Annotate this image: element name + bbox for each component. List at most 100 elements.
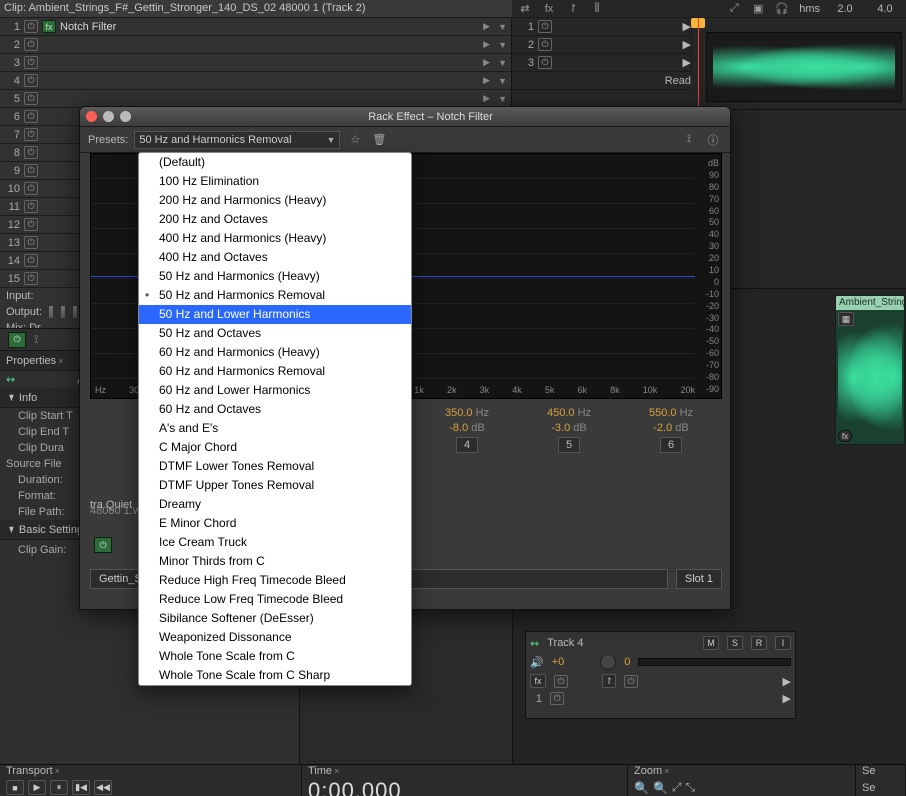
chevron-right-icon[interactable]: ▶ — [483, 21, 490, 32]
slot-selector[interactable]: Slot 1 — [676, 569, 722, 589]
zoom-out-icon[interactable]: 🔍 — [653, 781, 668, 795]
eq-icon[interactable]: ⫼ — [590, 2, 604, 16]
send-icon[interactable]: ↾ — [566, 2, 580, 16]
effect-slot[interactable]: 4 ▶ ▼ — [0, 72, 511, 90]
power-icon[interactable] — [24, 164, 38, 177]
power-icon[interactable] — [538, 20, 552, 33]
volume-value[interactable]: +0 — [552, 656, 565, 668]
mute-button[interactable]: M — [703, 636, 719, 650]
preset-menu-item[interactable]: Ice Cream Truck — [139, 533, 411, 552]
preset-menu-item[interactable]: 50 Hz and Octaves — [139, 324, 411, 343]
playhead-icon[interactable] — [691, 18, 705, 28]
stop-button[interactable]: ■ — [6, 780, 24, 795]
minimize-traffic-icon[interactable] — [103, 111, 114, 122]
preset-menu-item[interactable]: Minor Thirds from C — [139, 552, 411, 571]
timeline[interactable] — [692, 18, 906, 78]
zoom-in-icon[interactable]: 🔍 — [634, 781, 649, 795]
solo-button[interactable]: S — [727, 636, 743, 650]
preset-menu-item[interactable]: Whole Tone Scale from C — [139, 647, 411, 666]
power-icon[interactable] — [24, 272, 38, 285]
preset-menu-item[interactable]: E Minor Chord — [139, 514, 411, 533]
preset-menu-item[interactable]: 50 Hz and Lower Harmonics — [139, 305, 411, 324]
pause-button[interactable]: ⏸ — [50, 780, 68, 795]
zoom-traffic-icon[interactable] — [120, 111, 131, 122]
chevron-right-icon[interactable]: ▶ — [783, 675, 791, 688]
play-button[interactable]: ▶ — [28, 780, 46, 795]
zoom-full-icon[interactable]: ⤢ — [672, 780, 682, 795]
preset-menu-item[interactable]: Sibilance Softener (DeEsser) — [139, 609, 411, 628]
preset-menu-item[interactable]: 200 Hz and Octaves — [139, 210, 411, 229]
band-slot-button[interactable]: 6 — [660, 437, 682, 453]
chevron-right-icon[interactable]: ▶ — [483, 39, 490, 50]
gain-value[interactable]: -3.0 — [551, 422, 570, 434]
clip-fx-icon[interactable] — [838, 430, 852, 442]
send-toggle[interactable]: ↾ — [602, 674, 616, 688]
info-icon[interactable]: ⓘ — [704, 131, 722, 149]
preset-menu-item[interactable]: A's and E's — [139, 419, 411, 438]
preset-menu-item[interactable]: Whole Tone Scale from C Sharp — [139, 666, 411, 685]
preset-menu-item[interactable]: 100 Hz Elimination — [139, 172, 411, 191]
preset-menu-item[interactable]: 400 Hz and Harmonics (Heavy) — [139, 229, 411, 248]
effect-slot[interactable]: 1 Notch Filter ▶ ▼ — [0, 18, 511, 36]
pan-value[interactable]: 0 — [624, 656, 630, 668]
preset-menu-item[interactable]: (Default) — [139, 153, 411, 172]
fx-power-icon[interactable] — [554, 675, 568, 688]
freq-value[interactable]: 550.0 — [649, 407, 677, 419]
input-monitor-button[interactable]: I — [775, 636, 791, 650]
chevron-right-icon[interactable]: ▶ — [483, 57, 490, 68]
chevron-down-icon[interactable]: ▼ — [498, 94, 507, 104]
power-icon[interactable] — [24, 110, 38, 123]
chevron-down-icon[interactable]: ▼ — [498, 76, 507, 86]
window-titlebar[interactable]: Rack Effect – Notch Filter — [80, 107, 730, 127]
power-icon[interactable] — [24, 254, 38, 267]
metronome-icon[interactable]: ▣ — [751, 2, 765, 16]
presets-menu[interactable]: (Default)100 Hz Elimination200 Hz and Ha… — [138, 152, 412, 686]
preset-menu-item[interactable]: 200 Hz and Harmonics (Heavy) — [139, 191, 411, 210]
master-fx-slot[interactable]: 2▶ — [512, 36, 691, 54]
presets-dropdown[interactable]: 50 Hz and Harmonics Removal▼ — [134, 131, 340, 149]
delete-preset-icon[interactable]: 🗑 — [370, 131, 388, 149]
send-power-icon[interactable] — [624, 675, 638, 688]
chevron-right-icon[interactable]: ▶ — [483, 93, 490, 104]
preset-menu-item[interactable]: Weaponized Dissonance — [139, 628, 411, 647]
fx-icon[interactable]: fx — [542, 2, 556, 16]
power-icon[interactable] — [538, 38, 552, 51]
fx-toggle[interactable]: fx — [530, 674, 546, 688]
ruler-unit[interactable]: hms — [799, 3, 820, 15]
effect-slot[interactable]: 3 ▶ ▼ — [0, 54, 511, 72]
power-toggle[interactable] — [8, 332, 26, 348]
prev-button[interactable]: ▮◀ — [72, 780, 90, 795]
preset-menu-item[interactable]: Dreamy — [139, 495, 411, 514]
power-icon[interactable] — [24, 56, 38, 69]
effect-slot[interactable]: 2 ▶ ▼ — [0, 36, 511, 54]
chevron-right-icon[interactable]: ▶ — [783, 692, 791, 705]
freq-value[interactable]: 450.0 — [547, 407, 575, 419]
audio-clip[interactable]: Ambient_Strings ▦ — [835, 295, 905, 445]
preset-menu-item[interactable]: DTMF Lower Tones Removal — [139, 457, 411, 476]
close-traffic-icon[interactable] — [86, 111, 97, 122]
chevron-down-icon[interactable]: ▼ — [498, 40, 507, 50]
preset-menu-item[interactable]: DTMF Upper Tones Removal — [139, 476, 411, 495]
zoom-sel-icon[interactable]: ⤡ — [686, 780, 696, 795]
preset-menu-item[interactable]: 60 Hz and Lower Harmonics — [139, 381, 411, 400]
preset-menu-item[interactable]: 60 Hz and Octaves — [139, 400, 411, 419]
power-icon[interactable] — [24, 20, 38, 33]
snap-icon[interactable]: ⤢ — [727, 2, 741, 16]
overview-waveform[interactable] — [706, 32, 902, 102]
preset-menu-item[interactable]: Reduce Low Freq Timecode Bleed — [139, 590, 411, 609]
power-icon[interactable] — [24, 74, 38, 87]
chevron-down-icon[interactable]: ▼ — [498, 22, 507, 32]
preset-menu-item[interactable]: C Major Chord — [139, 438, 411, 457]
power-icon[interactable] — [24, 218, 38, 231]
effect-power-button[interactable] — [94, 537, 112, 553]
master-fx-slot[interactable]: 1▶ — [512, 18, 691, 36]
chevron-right-icon[interactable]: ▶ — [483, 75, 490, 86]
routing-icon[interactable]: ⟟ — [680, 131, 698, 149]
power-icon[interactable] — [24, 128, 38, 141]
slot-power-icon[interactable] — [550, 692, 564, 705]
track-name[interactable]: Track 4 — [547, 637, 583, 649]
master-fx-slot[interactable]: 3▶ — [512, 54, 691, 72]
power-icon[interactable] — [24, 236, 38, 249]
loop-icon[interactable]: ⇄ — [518, 2, 532, 16]
preset-menu-item[interactable]: 60 Hz and Harmonics (Heavy) — [139, 343, 411, 362]
